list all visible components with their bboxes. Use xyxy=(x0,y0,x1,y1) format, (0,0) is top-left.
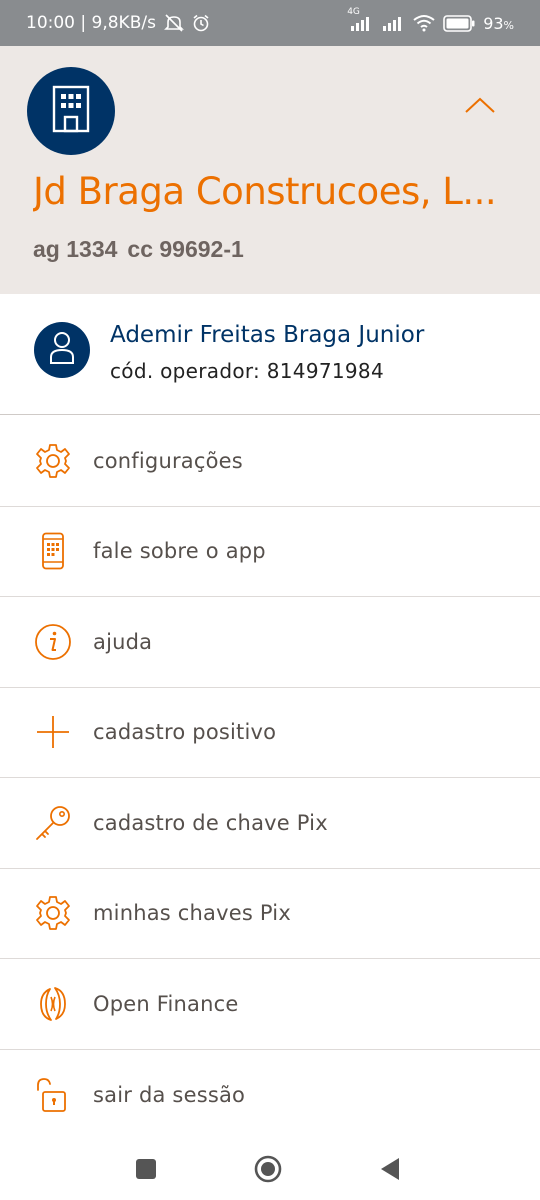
gear-icon xyxy=(34,442,72,480)
signal-icon: 4G xyxy=(347,7,373,31)
menu-item-label: fale sobre o app xyxy=(93,539,266,564)
menu-item-configuracoes[interactable]: configurações xyxy=(0,416,540,507)
menu-item-cadastro-positivo[interactable]: cadastro positivo xyxy=(0,688,540,778)
menu-item-label: cadastro de chave Pix xyxy=(93,810,328,835)
menu-item-fale-sobre-o-app[interactable]: fale sobre o app xyxy=(0,507,540,597)
company-name: Jd Braga Construcoes, L... xyxy=(33,170,493,213)
status-time-speed: 10:00 | 9,8KB/s xyxy=(26,13,156,33)
user-avatar xyxy=(34,322,90,378)
menu-item-cadastro-de-chave-pix[interactable]: cadastro de chave Pix xyxy=(0,778,540,869)
operator-code: cód. operador: 814971984 xyxy=(110,359,384,383)
menu-item-sair-da-sessao[interactable]: sair da sessão xyxy=(0,1050,540,1141)
agency-number: ag 1334 xyxy=(33,236,118,262)
menu-item-label: sair da sessão xyxy=(93,1082,246,1107)
mute-icon xyxy=(164,14,184,32)
open-finance-icon xyxy=(34,985,72,1023)
user-name: Ademir Freitas Braga Junior xyxy=(110,322,425,348)
menu-item-label: Open Finance xyxy=(93,991,239,1016)
menu-item-label: ajuda xyxy=(93,629,153,654)
phone-app-icon xyxy=(34,532,72,570)
menu-item-ajuda[interactable]: ajuda xyxy=(0,597,540,688)
wifi-icon xyxy=(413,14,435,32)
chevron-up-icon xyxy=(464,96,496,118)
gear-icon xyxy=(34,894,72,932)
recent-apps-icon[interactable] xyxy=(129,1152,163,1186)
user-profile: Ademir Freitas Braga Junior cód. operado… xyxy=(0,294,540,415)
system-nav-bar xyxy=(0,1138,540,1200)
account-number: cc 99692-1 xyxy=(127,236,244,262)
signal-icon xyxy=(381,15,405,31)
plus-icon xyxy=(34,713,72,751)
menu-item-label: minhas chaves Pix xyxy=(93,901,291,926)
back-icon[interactable] xyxy=(373,1152,407,1186)
key-icon xyxy=(34,804,72,842)
building-icon xyxy=(51,85,91,137)
status-right: 4G 93% xyxy=(347,7,514,33)
account-info: ag 1334 cc 99692-1 xyxy=(33,236,244,263)
home-icon[interactable] xyxy=(251,1152,285,1186)
person-icon xyxy=(48,331,76,369)
battery-icon xyxy=(443,14,475,32)
collapse-header-button[interactable] xyxy=(460,92,500,122)
alarm-icon xyxy=(192,14,210,32)
menu-item-minhas-chaves-pix[interactable]: minhas chaves Pix xyxy=(0,869,540,959)
menu-item-label: cadastro positivo xyxy=(93,720,277,745)
status-left: 10:00 | 9,8KB/s xyxy=(26,13,210,33)
account-header: Jd Braga Construcoes, L... ag 1334 cc 996… xyxy=(0,46,540,294)
battery-percent: 93% xyxy=(483,13,514,33)
menu-item-open-finance[interactable]: Open Finance xyxy=(0,959,540,1050)
menu-item-label: configurações xyxy=(93,448,243,473)
company-avatar xyxy=(27,67,115,155)
info-icon xyxy=(34,623,72,661)
unlock-icon xyxy=(34,1076,72,1114)
status-bar: 10:00 | 9,8KB/s 4G 93% xyxy=(0,0,540,46)
network-type-label: 4G xyxy=(347,7,360,17)
menu-list: configurações fale sobre o app ajuda cad… xyxy=(0,416,540,1140)
